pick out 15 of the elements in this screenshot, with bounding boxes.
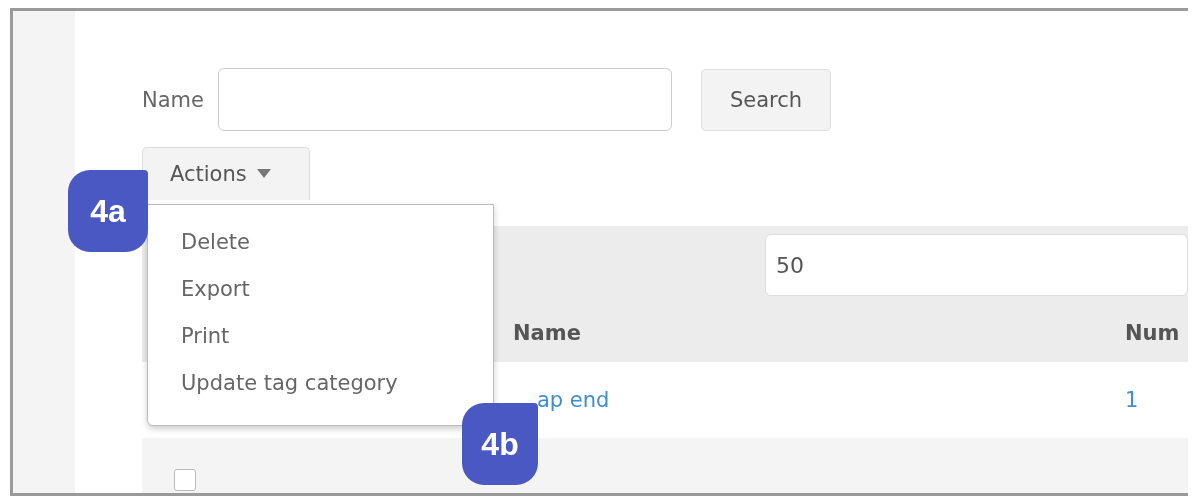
caret-icon	[256, 169, 271, 180]
callout-badge: 4a	[68, 170, 148, 252]
name-label: Name	[142, 87, 204, 112]
actions-button[interactable]: Actions	[142, 147, 310, 201]
row-checkbox[interactable]	[174, 468, 196, 491]
num-link[interactable]: 1	[1125, 388, 1188, 413]
page-size-field[interactable]: 50	[765, 234, 1188, 297]
column-header[interactable]: Num	[1125, 321, 1188, 346]
callout-badge: 4b	[462, 403, 538, 485]
name-input[interactable]	[217, 68, 672, 131]
menu-item[interactable]: Export	[148, 266, 493, 313]
column-header[interactable]: Name	[513, 321, 1125, 346]
search-button[interactable]: Search	[700, 68, 832, 131]
menu-item[interactable]: Print	[148, 313, 493, 360]
menu-item[interactable]: Delete	[148, 219, 493, 266]
